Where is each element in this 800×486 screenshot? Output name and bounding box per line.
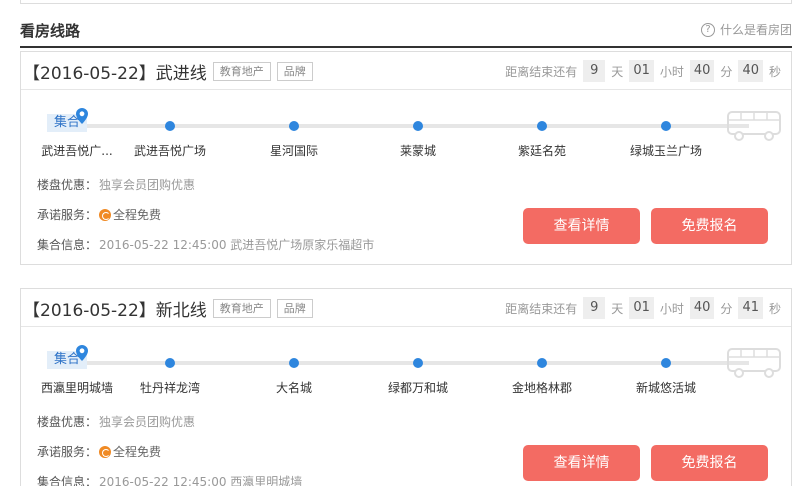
property-offer-value: 独享会员团购优惠	[99, 415, 196, 429]
route-tag: 品牌	[276, 299, 313, 318]
service-promise-label: 承诺服务：	[37, 445, 98, 459]
bus-icon	[727, 348, 781, 378]
stop-label: 西瀛里明城墙	[40, 381, 114, 395]
stop-label: 莱蒙城	[399, 144, 437, 158]
help-link-label: 什么是看房团	[719, 23, 792, 37]
countdown-hours: 01	[629, 297, 654, 319]
help-link[interactable]: ? 什么是看房团	[700, 21, 792, 38]
countdown-label: 距离结束还有	[505, 64, 578, 79]
property-offer-line: 楼盘优惠： 独享会员团购优惠	[37, 176, 195, 193]
property-offer-label: 楼盘优惠：	[37, 415, 98, 429]
top-frame	[20, 0, 792, 4]
route-date: 【2016-05-22】	[23, 64, 156, 84]
service-promise-line: 承诺服务： 全程免费	[37, 206, 161, 223]
countdown-minutes-unit: 分	[720, 64, 733, 79]
property-offer-line: 楼盘优惠： 独享会员团购优惠	[37, 413, 195, 430]
route-name: 武进线	[155, 64, 207, 84]
stop-label: 大名城	[275, 381, 313, 395]
question-icon: ?	[700, 22, 715, 37]
free-signup-button[interactable]: 免费报名	[651, 445, 768, 481]
stop-label: 星河国际	[269, 144, 319, 158]
stop-dot	[165, 121, 175, 131]
countdown-seconds: 41	[738, 297, 763, 319]
route-card: 【2016-05-22】 武进线 教育地产 品牌 距离结束还有 9 天 01 小…	[20, 51, 792, 265]
countdown-days-unit: 天	[611, 64, 624, 79]
stop-label: 紫廷名苑	[517, 144, 567, 158]
location-pin-icon	[76, 108, 88, 124]
bus-icon	[727, 111, 781, 141]
route-name: 新北线	[155, 301, 207, 321]
section-header: 看房线路 ? 什么是看房团	[20, 18, 792, 48]
countdown-minutes: 40	[689, 60, 715, 82]
countdown-hours-unit: 小时	[659, 301, 684, 316]
countdown-label: 距离结束还有	[505, 301, 578, 316]
route-card-header: 【2016-05-22】 新北线 教育地产 品牌 距离结束还有 9 天 01 小…	[21, 289, 791, 327]
countdown-timer: 距离结束还有 9 天 01 小时 40 分 40 秒	[505, 60, 781, 82]
route-title: 【2016-05-22】 新北线 教育地产 品牌	[23, 296, 313, 321]
route-date: 【2016-05-22】	[23, 301, 156, 321]
property-offer-value: 独享会员团购优惠	[99, 178, 196, 192]
free-service-icon	[99, 208, 112, 221]
meeting-info-value: 2016-05-22 12:45:00 武进吾悦广场原家乐福超市	[99, 238, 375, 252]
countdown-seconds-unit: 秒	[768, 301, 781, 316]
route-tag: 品牌	[276, 62, 313, 81]
stop-dot	[661, 358, 671, 368]
route-tag: 教育地产	[212, 62, 271, 81]
countdown-minutes-unit: 分	[720, 301, 733, 316]
route-card-header: 【2016-05-22】 武进线 教育地产 品牌 距离结束还有 9 天 01 小…	[21, 52, 791, 90]
countdown-timer: 距离结束还有 9 天 01 小时 40 分 41 秒	[505, 297, 781, 319]
route-card-body: 集合 武进吾悦广... 武进吾悦广场 星河国际 莱蒙城 紫廷名苑 绿城玉兰广场 …	[21, 90, 791, 265]
free-signup-button[interactable]: 免费报名	[651, 208, 768, 244]
meeting-info-label: 集合信息：	[37, 238, 98, 252]
countdown-days: 9	[583, 297, 606, 319]
service-promise-value: 全程免费	[113, 445, 162, 459]
countdown-seconds-unit: 秒	[768, 64, 781, 79]
meeting-info-line: 集合信息： 2016-05-22 12:45:00 西瀛里明城墙	[37, 473, 302, 486]
route-tag: 教育地产	[212, 299, 271, 318]
route-card: 【2016-05-22】 新北线 教育地产 品牌 距离结束还有 9 天 01 小…	[20, 288, 792, 486]
route-card-body: 集合 西瀛里明城墙 牡丹祥龙湾 大名城 绿都万和城 金地格林郡 新城悠活城 楼盘…	[21, 327, 791, 486]
countdown-hours-unit: 小时	[659, 64, 684, 79]
meeting-info-line: 集合信息： 2016-05-22 12:45:00 武进吾悦广场原家乐福超市	[37, 236, 374, 253]
countdown-seconds: 40	[738, 60, 763, 82]
stop-dot	[661, 121, 671, 131]
stop-dot	[289, 358, 299, 368]
stop-label: 武进吾悦广...	[41, 144, 113, 158]
property-offer-label: 楼盘优惠：	[37, 178, 98, 192]
stop-label: 新城悠活城	[635, 381, 697, 395]
stop-label: 牡丹祥龙湾	[139, 381, 201, 395]
free-service-icon	[99, 445, 112, 458]
stop-label: 金地格林郡	[511, 381, 573, 395]
stop-dot	[537, 121, 547, 131]
stop-dot	[413, 121, 423, 131]
section-title: 看房线路	[20, 22, 81, 40]
stop-label: 武进吾悦广场	[133, 144, 207, 158]
service-promise-value: 全程免费	[113, 208, 162, 222]
countdown-minutes: 40	[689, 297, 715, 319]
view-details-button[interactable]: 查看详情	[523, 208, 640, 244]
stop-dot	[165, 358, 175, 368]
countdown-days: 9	[583, 60, 606, 82]
view-details-button[interactable]: 查看详情	[523, 445, 640, 481]
service-promise-line: 承诺服务： 全程免费	[37, 443, 161, 460]
location-pin-icon	[76, 345, 88, 361]
stop-dot	[413, 358, 423, 368]
countdown-hours: 01	[629, 60, 654, 82]
route-title: 【2016-05-22】 武进线 教育地产 品牌	[23, 59, 313, 84]
stop-label: 绿都万和城	[387, 381, 449, 395]
meeting-info-value: 2016-05-22 12:45:00 西瀛里明城墙	[99, 475, 303, 486]
stop-label: 绿城玉兰广场	[629, 144, 703, 158]
service-promise-label: 承诺服务：	[37, 208, 98, 222]
stop-dot	[537, 358, 547, 368]
countdown-days-unit: 天	[611, 301, 624, 316]
meeting-info-label: 集合信息：	[37, 475, 98, 486]
stop-dot	[289, 121, 299, 131]
